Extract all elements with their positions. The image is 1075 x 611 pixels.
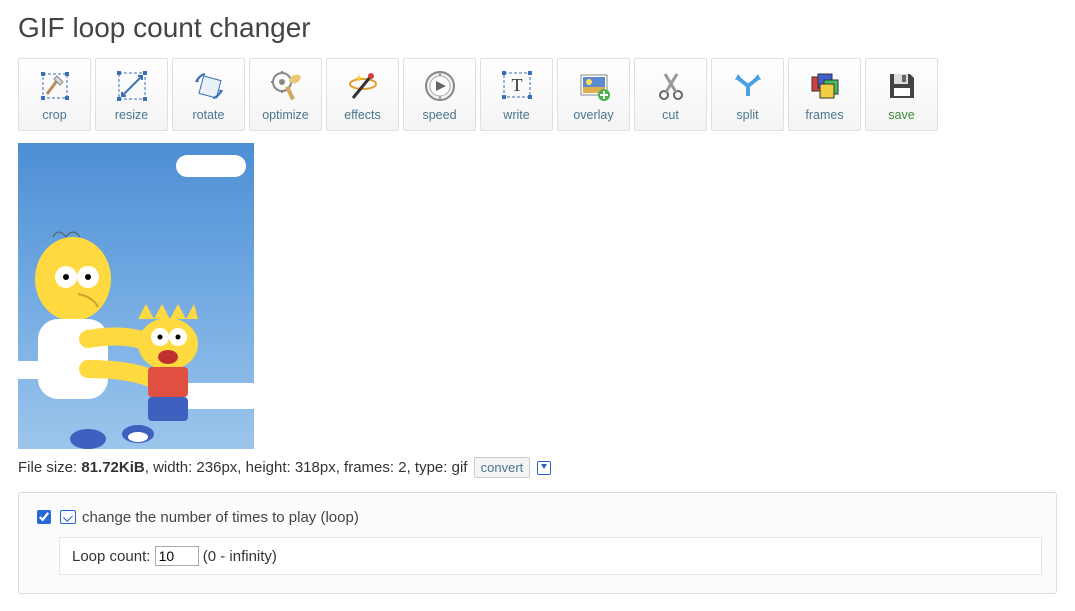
tool-label: cut (662, 108, 679, 122)
loop-count-input[interactable] (155, 546, 199, 566)
speed-button[interactable]: speed (403, 58, 476, 131)
loop-panel-title: change the number of times to play (loop… (82, 509, 359, 526)
page-title: GIF loop count changer (18, 12, 1057, 44)
file-info: File size: 81.72KiB, width: 236px, heigh… (18, 457, 1057, 478)
frames-value: 2 (398, 459, 406, 476)
resize-icon (113, 67, 151, 105)
rotate-button[interactable]: rotate (172, 58, 245, 131)
optimize-icon (267, 67, 305, 105)
frames-icon (806, 67, 844, 105)
tool-label: optimize (262, 108, 309, 122)
tool-label: save (888, 108, 914, 122)
resize-button[interactable]: resize (95, 58, 168, 131)
tool-label: frames (805, 108, 843, 122)
width-label: , width: (145, 459, 197, 476)
loop-hint: (0 - infinity) (199, 548, 277, 565)
rotate-icon (190, 67, 228, 105)
split-button[interactable]: split (711, 58, 784, 131)
image-preview (18, 143, 254, 449)
cut-button[interactable]: cut (634, 58, 707, 131)
loop-panel: change the number of times to play (loop… (18, 492, 1057, 594)
tool-label: overlay (573, 108, 613, 122)
tool-label: effects (344, 108, 381, 122)
crop-icon (36, 67, 74, 105)
download-icon[interactable] (537, 461, 551, 475)
loop-row: Loop count: (0 - infinity) (59, 537, 1042, 575)
toolbar: crop resize rotate optimize effects spee… (18, 58, 1057, 131)
speed-icon (421, 67, 459, 105)
crop-button[interactable]: crop (18, 58, 91, 131)
effects-icon (344, 67, 382, 105)
tool-label: resize (115, 108, 148, 122)
width-value: 236px (196, 459, 237, 476)
size-value: 81.72KiB (81, 459, 144, 476)
loop-icon (60, 510, 76, 524)
frames-button[interactable]: frames (788, 58, 861, 131)
cut-icon (652, 67, 690, 105)
optimize-button[interactable]: optimize (249, 58, 322, 131)
write-icon: T (498, 67, 536, 105)
tool-label: rotate (193, 108, 225, 122)
overlay-icon (575, 67, 613, 105)
effects-button[interactable]: effects (326, 58, 399, 131)
frames-label: , frames: (336, 459, 399, 476)
overlay-button[interactable]: overlay (557, 58, 630, 131)
write-button[interactable]: T write (480, 58, 553, 131)
tool-label: speed (422, 108, 456, 122)
cartoon-graphic (18, 219, 218, 449)
height-value: 318px (295, 459, 336, 476)
tool-label: crop (42, 108, 66, 122)
save-button[interactable]: save (865, 58, 938, 131)
svg-text:T: T (511, 75, 522, 95)
loop-checkbox[interactable] (37, 510, 51, 524)
convert-button[interactable]: convert (474, 457, 531, 478)
save-icon (883, 67, 921, 105)
type-label: , type: (407, 459, 452, 476)
height-label: , height: (237, 459, 295, 476)
type-value: gif (452, 459, 468, 476)
size-label: File size: (18, 459, 81, 476)
tool-label: split (736, 108, 758, 122)
tool-label: write (503, 108, 529, 122)
split-icon (729, 67, 767, 105)
loop-count-label: Loop count: (72, 548, 155, 565)
